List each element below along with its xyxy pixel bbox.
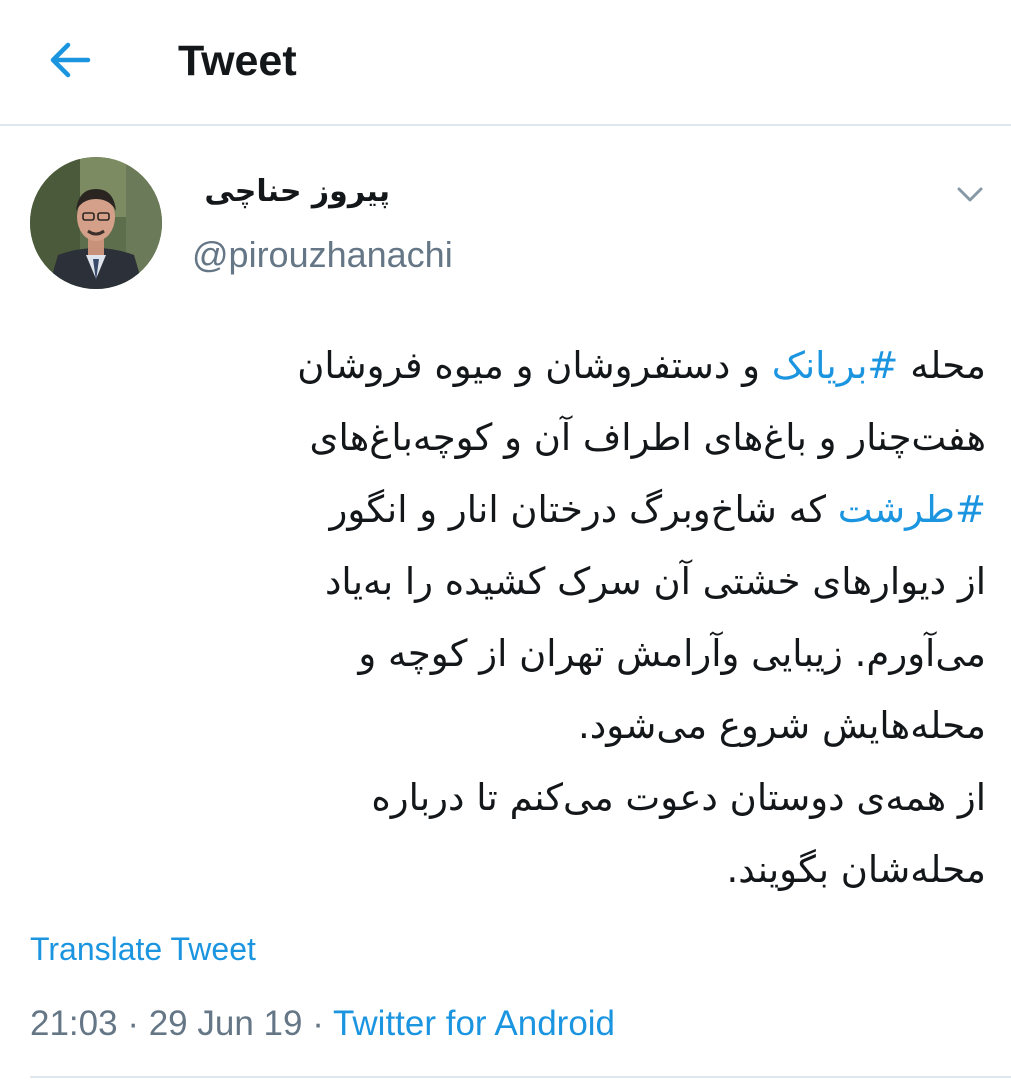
arrow-left-icon: [50, 42, 91, 78]
tweet-line: می‌آورم. زیبایی وآرامش تهران از کوچه و: [20, 618, 986, 690]
top-bar: Tweet: [0, 0, 1011, 126]
tweet-text-segment: هفت‌چنار و باغ‌های اطراف آن و کوچه‌باغ‌ه…: [309, 416, 987, 459]
page-title: Tweet: [178, 37, 297, 85]
tweet-line: از دیوارهای خشتی آن سرک کشیده را به‌یاد: [20, 546, 986, 618]
hashtag-link[interactable]: #بریانک: [772, 344, 899, 387]
back-button[interactable]: [44, 36, 96, 84]
tweet-date: 29 Jun 19: [148, 1004, 303, 1043]
tweet-line: محله‌هایش شروع می‌شود.: [20, 690, 986, 762]
tweet-text-segment: که شاخ‌وبرگ درختان انار و انگور: [329, 488, 838, 531]
chevron-down-icon: [957, 187, 983, 202]
tweet-line: محله‌شان بگویند.: [20, 834, 987, 906]
tweet-text-segment: از دیوارهای خشتی آن سرک کشیده را به‌یاد: [324, 560, 986, 603]
tweet-source-link[interactable]: Twitter for Android: [333, 1004, 615, 1043]
tweet-text-segment: و دستفروشان و میوه فروشان: [297, 344, 772, 387]
author-display-name[interactable]: پیروز حناچی: [180, 172, 390, 212]
tweet-text-segment: محله‌هایش شروع می‌شود.: [578, 704, 986, 747]
tweet-text-segment: محله: [898, 344, 986, 387]
avatar[interactable]: [30, 157, 162, 289]
tweet-line: هفت‌چنار و باغ‌های اطراف آن و کوچه‌باغ‌ه…: [20, 402, 987, 474]
tweet-text-segment: محله‌شان بگویند.: [726, 848, 987, 891]
tweet-line: #طرشت که شاخ‌وبرگ درختان انار و انگور: [20, 474, 986, 546]
tweet-text-segment: می‌آورم. زیبایی وآرامش تهران از کوچه و: [358, 632, 986, 675]
hashtag-link[interactable]: #طرشت: [838, 488, 986, 531]
separator: ·: [312, 1004, 324, 1043]
tweet-time: 21:03: [30, 1004, 118, 1043]
avatar-photo: [30, 157, 162, 289]
tweet-text: محله #بریانک و دستفروشان و میوه فروشان هف…: [20, 330, 986, 906]
translate-tweet-link[interactable]: Translate Tweet: [30, 928, 256, 970]
separator: ·: [127, 1004, 139, 1043]
tweet-options-button[interactable]: [950, 180, 990, 210]
tweet-text-segment: از همه‌ی دوستان دعوت می‌کنم تا درباره: [371, 776, 986, 819]
divider: [30, 1076, 1011, 1078]
tweet-metadata: 21:03 · 29 Jun 19 · Twitter for Android: [30, 1000, 615, 1048]
tweet-line: محله #بریانک و دستفروشان و میوه فروشان: [20, 330, 986, 402]
author-handle[interactable]: @pirouzhanachi: [192, 232, 453, 278]
tweet-line: از همه‌ی دوستان دعوت می‌کنم تا درباره: [20, 762, 986, 834]
